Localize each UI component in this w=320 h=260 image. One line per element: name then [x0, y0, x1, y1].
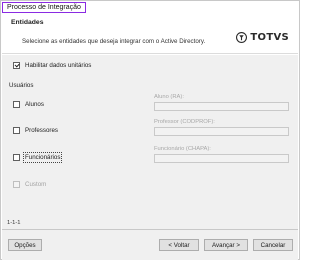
- custom-label: Custom: [25, 181, 47, 188]
- entity-students-option[interactable]: Alunos: [13, 101, 44, 108]
- window-title: Processo de Integração: [2, 2, 86, 13]
- integration-wizard-window: Processo de Integração Entidades Selecio…: [0, 0, 300, 260]
- entity-professors-option[interactable]: Professores: [13, 127, 58, 134]
- entity-custom-option: Custom: [13, 181, 46, 188]
- page-indicator: 1-1-1: [7, 220, 21, 226]
- enable-unit-data-checkbox[interactable]: [13, 62, 20, 69]
- custom-checkbox: [13, 181, 20, 188]
- professor-codprof-label: Professor (CODPROF):: [154, 119, 215, 125]
- cancel-button[interactable]: Cancelar: [253, 239, 293, 251]
- wizard-footer: Opções < Voltar Avançar > Cancelar: [2, 230, 298, 260]
- professors-checkbox[interactable]: [13, 127, 20, 134]
- enable-unit-data-option[interactable]: Habilitar dados unitários: [13, 62, 91, 69]
- step-description: Selecione as entidades que deseja integr…: [22, 38, 206, 45]
- employee-chapa-label: Funcionário (CHAPA):: [154, 146, 211, 152]
- totvs-logo-icon: [236, 32, 248, 43]
- employees-label: Funcionários: [22, 152, 63, 163]
- totvs-logo: TOTVS: [236, 32, 289, 43]
- options-button[interactable]: Opções: [8, 239, 42, 251]
- wizard-body: Habilitar dados unitários Usuários Aluno…: [2, 55, 298, 229]
- students-label: Alunos: [25, 101, 44, 108]
- enable-unit-data-label: Habilitar dados unitários: [25, 62, 92, 69]
- logo-text: TOTVS: [250, 32, 289, 43]
- professor-codprof-input[interactable]: [154, 127, 289, 136]
- entity-employees-option[interactable]: Funcionários: [13, 152, 63, 163]
- students-checkbox[interactable]: [13, 101, 20, 108]
- student-ra-input[interactable]: [154, 102, 289, 111]
- wizard-header: Entidades Selecione as entidades que des…: [2, 14, 298, 54]
- back-button[interactable]: < Voltar: [159, 239, 199, 251]
- employee-chapa-input[interactable]: [154, 154, 289, 163]
- professors-label: Professores: [25, 127, 59, 134]
- users-group-title: Usuários: [9, 82, 34, 89]
- student-ra-label: Aluno (RA):: [154, 94, 184, 100]
- step-title: Entidades: [11, 19, 44, 26]
- next-button[interactable]: Avançar >: [204, 239, 248, 251]
- employees-checkbox[interactable]: [13, 154, 20, 161]
